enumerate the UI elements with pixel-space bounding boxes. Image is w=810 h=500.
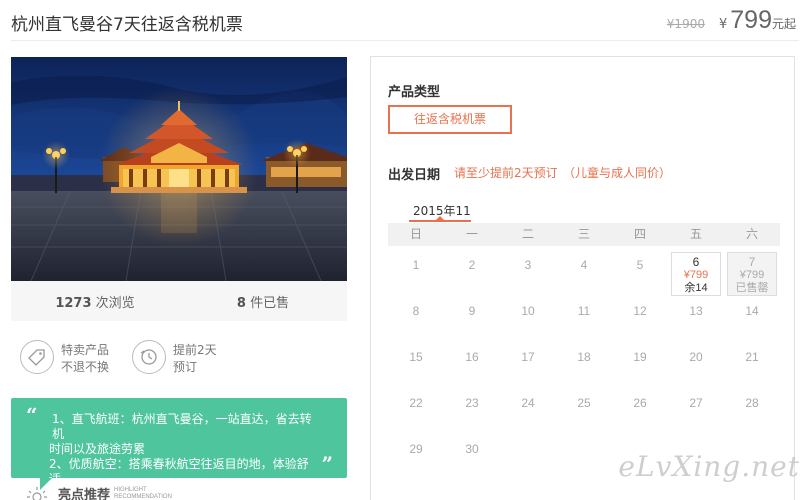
product-photo [11,57,347,281]
day-stock: 余14 [684,282,708,294]
close-quote-icon: ” [321,452,333,476]
calendar-day: 17 [521,350,535,364]
feature-label: 提前2天 [173,343,217,357]
weekday-label: 四 [633,227,646,241]
calendar-day: 30 [465,442,479,456]
highlight-section-sub: HIGHLIGHT [114,486,147,493]
calendar-week: 22 23 24 25 26 27 28 [388,390,780,434]
highlight-line: 2、优质航空：搭乘春秋航空往返目的地，体验舒适 [49,457,309,486]
watermark: eLvXing.net [618,450,800,483]
day-status: 已售罄 [735,282,769,294]
feature-advance-booking: 提前2天预订 [132,340,242,376]
header-divider [11,40,799,41]
calendar-week: 8 9 10 11 12 13 14 [388,298,780,342]
child-price-note: （儿童与成人同价） [563,166,672,180]
calendar-day: 5 [636,258,644,272]
calendar-day: 8 [412,304,420,318]
tag-icon [20,340,54,374]
highlight-line: 时间以及旅途劳累 [49,442,146,456]
day-number: 7 [748,255,756,269]
weekday-label: 五 [689,227,702,241]
calendar-day: 29 [409,442,423,456]
sold-stat: 8 件已售 [179,292,347,311]
highlight-box: “ 1、直飞航班：杭州直飞曼谷，一站直达，省去转机 时间以及旅途劳累 2、优质航… [11,398,347,486]
weekday-label: 日 [409,227,422,241]
advance-booking-note: 请至少提前2天预订 [454,166,558,180]
calendar-day: 26 [633,396,647,410]
calendar-day: 12 [633,304,647,318]
stats-bar: 1273 次浏览 8 件已售 [11,281,347,321]
price-unit: 元起 [771,17,796,31]
calendar-day: 18 [577,350,591,364]
calendar-day: 19 [633,350,647,364]
sold-label: 件已售 [250,295,290,311]
calendar-day: 21 [745,350,759,364]
highlight-section-title: 亮点推荐 [58,488,111,500]
calendar-day: 20 [689,350,703,364]
calendar-day: 10 [521,304,535,318]
calendar-day-soldout: 7 ¥799 已售罄 [727,252,777,296]
calendar-day: 4 [580,258,588,272]
month-tab-underline [409,220,471,222]
views-count: 1273 [55,295,92,311]
calendar-day: 3 [524,258,532,272]
departure-date-label: 出发日期 [388,168,441,183]
weekday-label: 三 [577,227,590,241]
calendar-day: 27 [689,396,703,410]
calendar-day: 23 [465,396,479,410]
product-title: 杭州直飞曼谷7天往返含税机票 [11,15,243,35]
sold-count: 8 [236,295,246,311]
calendar-day-available[interactable]: 6 ¥799 余14 [671,252,721,296]
calendar-day: 13 [689,304,703,318]
feature-sublabel: 不退不换 [61,360,110,374]
lightbulb-icon [27,486,47,500]
current-price: 799 [730,6,772,34]
highlight-line: 1、直飞航班：杭州直飞曼谷，一站直达，省去转机 [52,412,312,441]
calendar-day: 24 [521,396,535,410]
calendar-day: 9 [468,304,476,318]
weekday-label: 一 [465,227,478,241]
clock-icon [132,340,166,374]
product-type-option[interactable]: 往返含税机票 [388,105,512,134]
month-tab-marker [436,216,444,220]
feature-sublabel: 预订 [173,360,198,374]
feature-label: 特卖产品 [61,343,110,357]
feature-list: 特卖产品不退不换 提前2天预订 [20,340,350,376]
calendar-day: 22 [409,396,423,410]
calendar-day: 28 [745,396,759,410]
day-number: 6 [692,255,700,269]
weekday-label: 二 [521,227,534,241]
calendar-day: 2 [468,258,476,272]
highlight-section-sub: RECOMMENDATION [114,493,172,500]
calendar-day: 25 [577,396,591,410]
day-price: ¥799 [683,269,709,281]
calendar-day: 15 [409,350,423,364]
weekday-label: 六 [745,227,758,241]
calendar-day: 1 [412,258,420,272]
calendar-day: 14 [745,304,759,318]
booking-panel: 产品类型 往返含税机票 出发日期 请至少提前2天预订 （儿童与成人同价） 201… [370,56,795,500]
views-label: 次浏览 [95,295,135,311]
day-price: ¥799 [739,269,765,281]
weekday-header: 日 一 二 三 四 五 六 [388,223,780,246]
calendar-week: 15 16 17 18 19 20 21 [388,344,780,388]
calendar-day: 16 [465,350,479,364]
calendar-week: 1 2 3 4 5 6 ¥799 余14 7 ¥799 已售罄 [388,252,780,296]
calendar-day: 11 [577,304,591,318]
highlight-section-header: 亮点推荐 HIGHLIGHT RECOMMENDATION [26,484,172,500]
product-type-label: 产品类型 [388,85,441,100]
open-quote-icon: “ [26,403,38,427]
price-block: ¥1900 ¥ 799 元起 [667,6,796,35]
feature-special-offer: 特卖产品 不退不换 [20,340,130,376]
original-price: ¥1900 [666,17,705,31]
currency-symbol: ¥ [718,17,728,32]
views-stat: 1273 次浏览 [11,292,179,311]
